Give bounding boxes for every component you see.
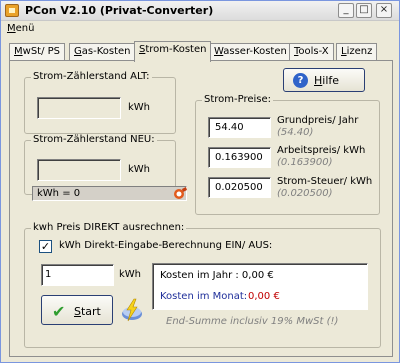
meter-old-group: Strom-Zählerstand ALT: kWh [24,71,176,134]
start-button[interactable]: ✔ Start [41,295,113,325]
help-button[interactable]: ? Hilfe [283,68,365,92]
app-window: PCon V2.10 (Privat-Converter) _ □ × Menü… [0,0,400,363]
menu-bar: Menü [1,22,399,38]
tab-label: ools-X [298,46,329,57]
meter-new-input[interactable] [37,159,121,181]
tab-strip: MwSt/ PS Gas-Kosten Strom-Kosten Wasser-… [9,41,389,62]
help-icon: ? [293,73,308,88]
stromsteuer-value: 0.020500 [215,182,263,193]
stromsteuer-label: Strom-Steuer/ kWh [277,176,373,187]
result-footnote: End-Summe inclusiv 19% MwSt (!) [166,316,339,327]
app-icon [5,4,19,17]
direct-calc-group: kwh Preis DIREKT ausrechnen: ✓ kWh Direk… [24,222,381,348]
arbeitspreis-default: (0.163900) [277,157,333,168]
tab-tools-x[interactable]: Tools-X [289,43,334,61]
tab-wasser-kosten[interactable]: Wasser-Kosten [209,43,292,61]
direct-checkbox-label: kWh Direkt-Eingabe-Berechnung EIN/ AUS: [59,240,273,251]
meter-old-unit: kWh [128,102,151,113]
result-box: Kosten im Jahr : 0,00 € Kosten im Monat:… [152,263,368,310]
kwh-status-text: kWh = 0 [37,188,81,199]
grundpreis-input[interactable]: 54.40 [208,117,271,138]
tab-strom-kosten[interactable]: Strom-Kosten [134,41,212,62]
window-title: PCon V2.10 (Privat-Converter) [25,4,214,17]
start-label-rest: tart [80,305,101,318]
stromsteuer-default: (0.020500) [277,188,333,199]
minimize-button[interactable]: _ [338,3,354,18]
strom-kosten-panel: Strom-Zählerstand ALT: kWh Strom-Zählers… [9,60,393,357]
maximize-button[interactable]: □ [356,3,372,18]
tab-label: asser-Kosten [223,46,287,57]
tab-label: izenz [346,46,373,57]
meter-new-unit: kWh [128,164,151,175]
prices-group: Strom-Preise: 54.40 Grundpreis/ Jahr (54… [195,94,380,215]
tab-label: as-Kosten [81,46,131,57]
arbeitspreis-label: Arbeitspreis/ kWh [277,145,366,156]
start-mnemonic: S [74,305,81,318]
start-label: Start [74,305,101,318]
help-label-rest: ilfe [322,74,340,87]
grundpreis-default: (54.40) [277,127,314,138]
tab-label: wSt/ PS [22,46,61,57]
meter-old-legend: Strom-Zählerstand ALT: [31,71,152,82]
grundpreis-label: Grundpreis/ Jahr [277,115,359,126]
title-bar[interactable]: PCon V2.10 (Privat-Converter) _ □ × [1,1,399,21]
kwh-status: kWh = 0 [32,186,187,201]
direct-kwh-unit: kWh [119,269,142,280]
menu-menu[interactable]: Menü [7,23,34,34]
tab-mnemonic: G [74,46,82,57]
tab-lizenz[interactable]: Lizenz [336,43,378,61]
tab-mnemonic: W [214,46,224,57]
help-label: Hilfe [314,74,339,87]
direct-kwh-value: 1 [45,269,52,280]
arbeitspreis-value: 0.163900 [215,152,263,163]
meter-old-input[interactable] [37,97,121,119]
eraser-icon[interactable] [172,186,188,201]
lightning-icon [119,297,145,323]
result-year: Kosten im Jahr : 0,00 € [160,270,274,281]
tab-gas-kosten[interactable]: Gas-Kosten [69,43,136,61]
check-icon: ✔ [52,302,66,321]
grundpreis-value: 54.40 [215,122,244,133]
direct-checkbox[interactable]: ✓ [39,240,52,253]
tab-mnemonic: M [14,46,23,57]
direct-checkbox-row[interactable]: ✓ kWh Direkt-Eingabe-Berechnung EIN/ AUS… [35,237,295,255]
meter-new-legend: Strom-Zählerstand NEU: [31,134,157,145]
result-month-label: Kosten im Monat: [160,291,248,302]
close-button[interactable]: × [376,3,392,18]
direct-calc-legend: kwh Preis DIREKT ausrechnen: [31,222,187,233]
tab-mwst-ps[interactable]: MwSt/ PS [9,43,66,61]
tab-label: trom-Kosten [145,44,207,55]
menu-label: enü [15,23,35,34]
direct-kwh-input[interactable]: 1 [41,264,114,286]
stromsteuer-input[interactable]: 0.020500 [208,177,271,198]
arbeitspreis-input[interactable]: 0.163900 [208,147,271,168]
prices-legend: Strom-Preise: [202,94,274,105]
menu-mnemonic: M [7,23,16,34]
result-month-value: 0,00 € [248,291,280,302]
